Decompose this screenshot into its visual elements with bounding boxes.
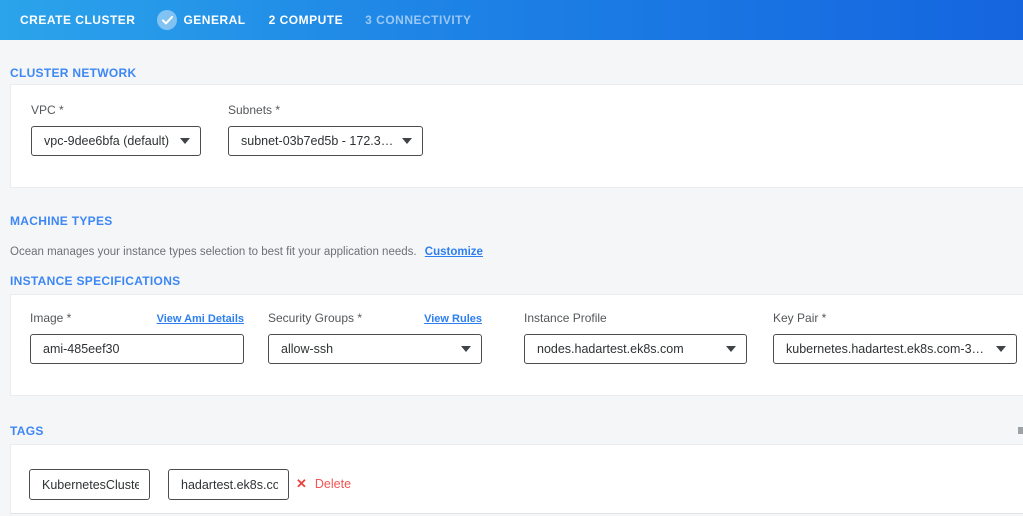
step-tab-connectivity[interactable]: 3 CONNECTIVITY [365, 13, 471, 27]
machine-types-description: Ocean manages your instance types select… [10, 246, 483, 258]
security-groups-select[interactable]: allow-ssh [268, 334, 482, 364]
key-pair-field: Key Pair * kubernetes.hadartest.ek8s.com… [773, 311, 1017, 364]
page-title: CREATE CLUSTER [20, 13, 135, 27]
clipped-edge-icon [1018, 427, 1023, 434]
key-pair-label: Key Pair * [773, 311, 1017, 325]
step-label-general: GENERAL [183, 13, 245, 27]
section-title-machine-types: MACHINE TYPES [10, 214, 113, 228]
vpc-label: VPC * [31, 103, 201, 117]
chevron-down-icon [996, 346, 1006, 352]
machine-types-description-text: Ocean manages your instance types select… [10, 246, 417, 258]
chevron-down-icon [461, 346, 471, 352]
customize-link[interactable]: Customize [425, 246, 483, 258]
chevron-down-icon [180, 138, 190, 144]
image-input[interactable] [30, 334, 244, 364]
security-groups-field: Security Groups * View Rules allow-ssh [268, 311, 482, 364]
view-rules-link[interactable]: View Rules [424, 313, 482, 325]
instance-profile-field: Instance Profile nodes.hadartest.ek8s.co… [524, 311, 747, 364]
vpc-selected-value: vpc-9dee6bfa (default) [44, 134, 169, 148]
chevron-down-icon [726, 346, 736, 352]
section-title-cluster-network: CLUSTER NETWORK [10, 66, 137, 80]
vpc-select[interactable]: vpc-9dee6bfa (default) [31, 126, 201, 156]
delete-tag-button[interactable]: ✕ Delete [296, 476, 351, 492]
instance-profile-selected-value: nodes.hadartest.ek8s.com [537, 342, 684, 356]
image-field: Image * View Ami Details [30, 311, 244, 364]
step-tab-general[interactable]: GENERAL [157, 10, 245, 30]
step-tab-compute[interactable]: 2 COMPUTE [269, 13, 344, 27]
section-title-instance-specifications: INSTANCE SPECIFICATIONS [10, 274, 180, 288]
subnets-field: Subnets * subnet-03b7ed5b - 172.31.0.0/2… [228, 103, 423, 156]
subnets-label: Subnets * [228, 103, 423, 117]
delete-tag-label: Delete [315, 477, 351, 491]
security-groups-label: Security Groups * [268, 311, 362, 325]
section-title-tags: TAGS [10, 424, 44, 438]
key-pair-select[interactable]: kubernetes.hadartest.ek8s.com-39:84:a5:9… [773, 334, 1017, 364]
wizard-header-bar: CREATE CLUSTER GENERAL 2 COMPUTE 3 CONNE… [0, 0, 1023, 40]
tags-card: ✕ Delete [10, 444, 1023, 514]
cluster-network-card: VPC * vpc-9dee6bfa (default) Subnets * s… [10, 84, 1023, 188]
delete-x-icon: ✕ [296, 476, 307, 492]
image-label: Image * [30, 311, 71, 325]
subnets-select[interactable]: subnet-03b7ed5b - 172.31.0.0/20 ... [228, 126, 423, 156]
vpc-field: VPC * vpc-9dee6bfa (default) [31, 103, 201, 156]
key-pair-selected-value: kubernetes.hadartest.ek8s.com-39:84:a5:9… [786, 342, 990, 356]
instance-specifications-card: Image * View Ami Details Security Groups… [10, 294, 1023, 396]
instance-profile-select[interactable]: nodes.hadartest.ek8s.com [524, 334, 747, 364]
chevron-down-icon [402, 138, 412, 144]
subnets-selected-value: subnet-03b7ed5b - 172.31.0.0/20 ... [241, 134, 396, 148]
tag-value-input[interactable] [168, 469, 289, 500]
security-groups-selected-value: allow-ssh [281, 342, 333, 356]
tag-key-input[interactable] [29, 469, 150, 500]
instance-profile-label: Instance Profile [524, 311, 747, 325]
check-circle-icon [157, 10, 177, 30]
view-ami-details-link[interactable]: View Ami Details [157, 313, 244, 325]
